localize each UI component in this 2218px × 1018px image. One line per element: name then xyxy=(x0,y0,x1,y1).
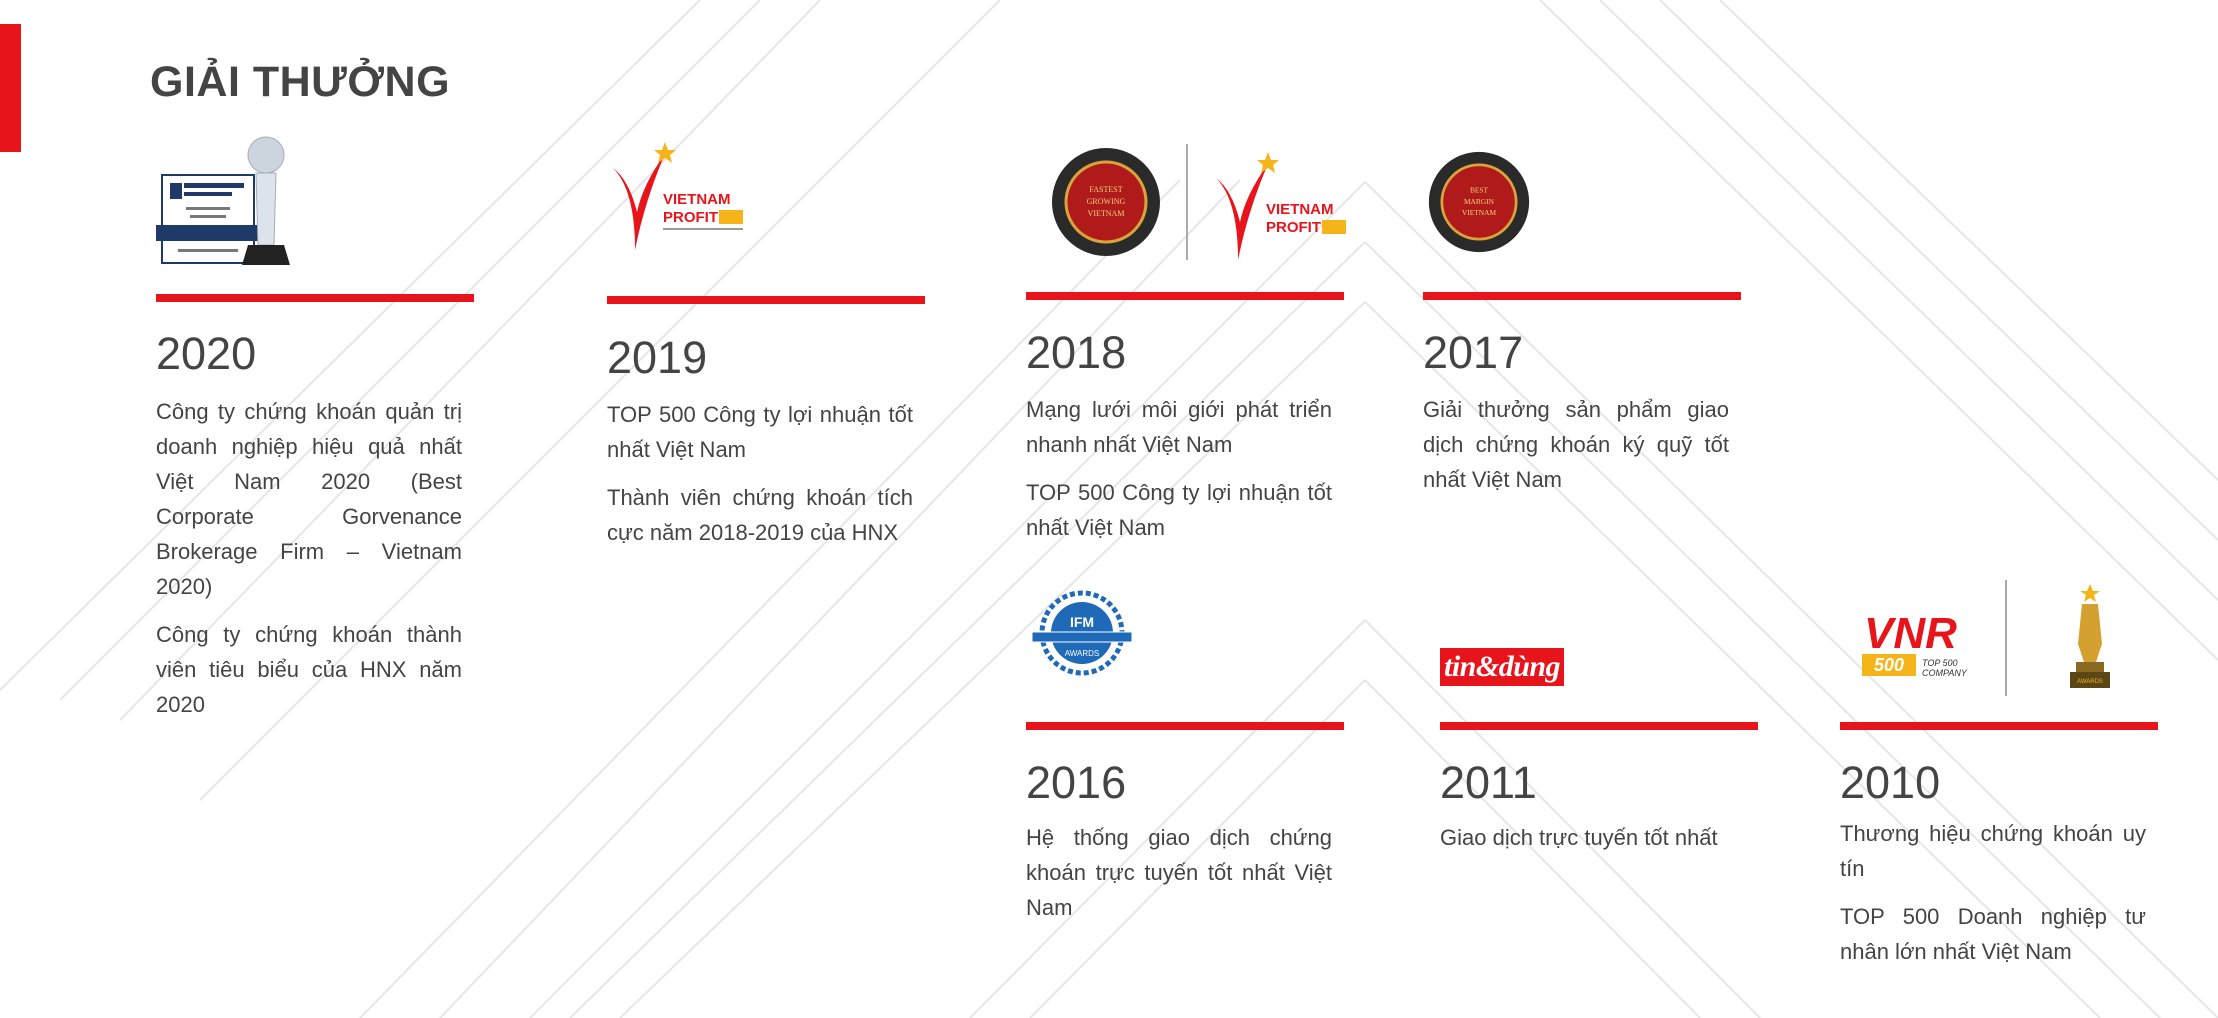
svg-text:BEST: BEST xyxy=(1470,186,1489,195)
award-logos: BEST MARGIN VIETNAM xyxy=(1423,146,1741,266)
svg-text:VIETNAM: VIETNAM xyxy=(1088,209,1125,218)
award-item: Giao dịch trực tuyến tốt nhất xyxy=(1440,825,1718,850)
award-item: Hệ thống giao dịch chứng khoán trực tuyế… xyxy=(1026,825,1332,920)
logo-separator xyxy=(1186,144,1188,260)
award-year: 2011 xyxy=(1440,757,1537,808)
svg-text:PROFIT: PROFIT xyxy=(663,209,718,226)
svg-text:IFM: IFM xyxy=(1070,614,1094,630)
award-item: Thương hiệu chứng khoán uy tín xyxy=(1840,821,2146,881)
award-logos: VNR 500 TOP 500 COMPANY AWARDS xyxy=(1840,580,2158,700)
award-logos: tin&dùng xyxy=(1440,588,1758,708)
svg-text:VIETNAM: VIETNAM xyxy=(1462,208,1497,217)
award-divider xyxy=(1026,722,1344,730)
award-logos xyxy=(156,120,474,265)
award-divider xyxy=(1423,292,1741,300)
award-items: TOP 500 Công ty lợi nhuận tốt nhất Việt … xyxy=(607,397,913,563)
svg-text:VNR: VNR xyxy=(1864,609,1957,658)
award-logos: IFM AWARDS xyxy=(1026,588,1344,708)
award-items: Thương hiệu chứng khoán uy tín TOP 500 D… xyxy=(1840,816,2146,982)
award-year: 2016 xyxy=(1026,757,1127,808)
finance-trophy-icon xyxy=(156,136,290,265)
award-items: Giải thưởng sản phẩm giao dịch chứng kho… xyxy=(1423,392,1729,510)
svg-text:MARGIN: MARGIN xyxy=(1464,197,1495,206)
award-year: 2020 xyxy=(156,328,257,379)
svg-text:PROFIT: PROFIT xyxy=(1266,219,1321,236)
gbaf-medal-logo: FASTEST GROWING VIETNAM xyxy=(1052,148,1160,256)
award-items: Giao dịch trực tuyến tốt nhất xyxy=(1440,820,1746,868)
award-item: TOP 500 Doanh nghiệp tư nhân lớn nhất Vi… xyxy=(1840,904,2146,964)
award-year: 2017 xyxy=(1423,327,1524,378)
award-year: 2010 xyxy=(1840,757,1941,808)
award-divider xyxy=(607,296,925,304)
page-title: GIẢI THƯỞNG xyxy=(150,58,451,106)
award-items: Hệ thống giao dịch chứng khoán trực tuyế… xyxy=(1026,820,1332,938)
svg-text:TOP 500: TOP 500 xyxy=(1922,658,1958,668)
svg-text:VIETNAM: VIETNAM xyxy=(1266,201,1334,218)
award-items: Mạng lưới môi giới phát triển nhanh nhất… xyxy=(1026,392,1332,558)
award-item: TOP 500 Công ty lợi nhuận tốt nhất Việt … xyxy=(607,402,913,462)
gold-trophy-icon: AWARDS xyxy=(2070,584,2110,688)
svg-text:GROWING: GROWING xyxy=(1087,197,1126,206)
award-divider xyxy=(1440,722,1758,730)
svg-text:AWARDS: AWARDS xyxy=(1065,649,1100,658)
award-item: Công ty chứng khoán thành viên tiêu biểu… xyxy=(156,622,462,717)
award-divider xyxy=(156,294,474,302)
logo-separator xyxy=(2005,580,2007,696)
svg-text:FASTEST: FASTEST xyxy=(1089,185,1122,194)
vietnam-profit-500-logo: VIETNAM PROFIT xyxy=(613,142,743,250)
award-logos: FASTEST GROWING VIETNAM VIETNAM PROFIT xyxy=(1026,140,1346,260)
svg-text:AWARDS: AWARDS xyxy=(2077,679,2103,685)
award-item: TOP 500 Công ty lợi nhuận tốt nhất Việt … xyxy=(1026,480,1332,540)
gbaf-medal-logo: BEST MARGIN VIETNAM xyxy=(1428,151,1530,253)
award-year: 2018 xyxy=(1026,327,1127,378)
svg-text:VIETNAM: VIETNAM xyxy=(663,191,731,208)
svg-text:500: 500 xyxy=(1874,655,1904,675)
award-divider xyxy=(1840,722,2158,730)
award-items: Công ty chứng khoán quản trị doanh nghiệ… xyxy=(156,394,462,735)
award-item: Giải thưởng sản phẩm giao dịch chứng kho… xyxy=(1423,397,1729,492)
ifm-awards-logo: IFM AWARDS xyxy=(1031,590,1133,676)
award-year: 2019 xyxy=(607,332,708,383)
accent-bar xyxy=(0,24,21,152)
tin-dung-logo: tin&dùng xyxy=(1440,648,1565,686)
vietnam-profit-500-logo: VIETNAM PROFIT xyxy=(1216,152,1346,260)
award-item: Công ty chứng khoán quản trị doanh nghiệ… xyxy=(156,399,462,599)
award-item: Thành viên chứng khoán tích cực năm 2018… xyxy=(607,485,913,545)
award-divider xyxy=(1026,292,1344,300)
vnr500-logo: VNR 500 TOP 500 COMPANY xyxy=(1862,609,1968,678)
award-logos: VIETNAM PROFIT xyxy=(607,140,925,260)
award-item: Mạng lưới môi giới phát triển nhanh nhất… xyxy=(1026,397,1332,457)
svg-text:COMPANY: COMPANY xyxy=(1922,668,1968,678)
